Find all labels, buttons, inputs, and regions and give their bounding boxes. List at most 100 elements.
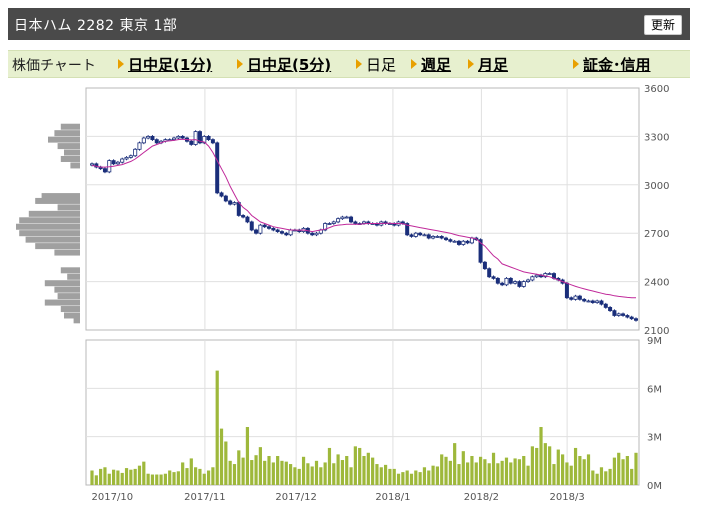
- volume-bar: [224, 441, 228, 485]
- candle-body: [353, 221, 358, 224]
- candle-body: [102, 168, 107, 173]
- volume-bar: [90, 470, 94, 485]
- volume-bar: [185, 468, 189, 485]
- candle-body: [547, 273, 552, 275]
- volume-bar: [586, 454, 591, 485]
- volume-bar: [129, 469, 133, 485]
- candle-body: [133, 148, 138, 157]
- candle-body: [634, 318, 639, 321]
- candle-body: [534, 274, 539, 278]
- candle-body: [526, 279, 531, 282]
- volume-bar: [487, 463, 491, 485]
- candle-body: [599, 300, 604, 305]
- candle-body: [590, 300, 595, 303]
- candle-body: [90, 163, 95, 166]
- candle-body: [262, 224, 267, 228]
- price-tick-label: 2400: [644, 278, 669, 289]
- volume-bar: [142, 461, 146, 485]
- volume-profile-bar: [54, 249, 80, 256]
- candle-body: [223, 195, 228, 202]
- volume-bar: [219, 428, 224, 485]
- candle-body: [595, 300, 600, 303]
- volume-bar: [202, 473, 206, 485]
- volume-bar: [414, 470, 418, 485]
- candle-body: [469, 237, 474, 244]
- volume-bar: [323, 462, 327, 485]
- volume-bar: [181, 462, 185, 485]
- volume-bar: [103, 467, 107, 485]
- date-tick-label: 2017/12: [275, 492, 317, 503]
- candle-body: [215, 142, 220, 194]
- volume-bar: [457, 464, 461, 485]
- candle-body: [582, 298, 587, 302]
- volume-bar: [137, 465, 142, 485]
- candle-body: [150, 135, 155, 141]
- volume-bar: [422, 467, 427, 485]
- volume-bar: [474, 462, 478, 485]
- volume-bar: [401, 472, 405, 485]
- volume-bar: [448, 460, 452, 485]
- volume-profile-bar: [54, 130, 80, 137]
- volume-bar: [578, 456, 582, 485]
- volume-bar: [250, 460, 254, 485]
- volume-bar: [625, 456, 629, 485]
- candle-body: [111, 160, 116, 165]
- volume-bar: [552, 464, 556, 485]
- candle-body: [141, 137, 146, 144]
- volume-profile-bar: [60, 306, 80, 313]
- volume-bar: [332, 463, 336, 485]
- price-tick-label: 2700: [644, 229, 669, 240]
- candle-body: [487, 268, 492, 278]
- volume-bar: [388, 468, 392, 485]
- candle-body: [569, 297, 574, 300]
- volume-tick-label: 3M: [647, 433, 662, 444]
- volume-profile-bar: [28, 210, 80, 217]
- volume-profile-bar: [25, 236, 81, 243]
- candle-body: [310, 232, 315, 236]
- volume-bar: [630, 468, 634, 485]
- price-axis-labels: 360033003000270024002100: [644, 84, 669, 337]
- candle-body: [517, 281, 522, 287]
- price-tick-label: 3000: [644, 181, 669, 192]
- volume-bar: [392, 468, 396, 485]
- volume-bar: [517, 459, 522, 485]
- candle-body: [448, 239, 453, 242]
- volume-bar: [258, 447, 262, 485]
- volume-bar: [509, 462, 513, 485]
- volume-profile-bar: [48, 136, 80, 143]
- volume-bar: [530, 446, 534, 485]
- volume-bar: [375, 464, 379, 485]
- date-tick-label: 2018/3: [550, 492, 585, 503]
- volume-bar: [565, 462, 569, 485]
- price-tick-label: 3600: [644, 84, 669, 95]
- candle-body: [513, 281, 518, 284]
- volume-bar: [621, 459, 625, 485]
- volume-bar: [228, 460, 232, 485]
- volume-bar: [358, 447, 362, 485]
- candle-body: [288, 229, 293, 236]
- candle-body: [284, 232, 289, 236]
- volume-bar: [582, 459, 586, 485]
- stock-chart: 360033003000270024002100 9M6M3M0M 2017/1…: [16, 84, 669, 503]
- candle-body: [629, 316, 634, 320]
- volume-bar: [120, 472, 124, 485]
- volume-bar: [491, 452, 496, 485]
- volume-profile-bar: [64, 149, 80, 156]
- volume-bar: [617, 452, 621, 485]
- volume-bar: [478, 456, 483, 485]
- volume-bar: [198, 468, 202, 485]
- volume-bar: [280, 460, 284, 485]
- volume-bar: [409, 473, 414, 485]
- candle-body: [128, 155, 133, 158]
- volume-bar: [383, 464, 388, 485]
- volume-bar: [634, 452, 638, 485]
- candle-body: [267, 226, 272, 229]
- volume-bar: [159, 474, 163, 485]
- volume-bar: [362, 456, 366, 485]
- volume-bar: [591, 470, 595, 485]
- candle-body: [616, 313, 621, 316]
- volume-bar: [301, 456, 306, 485]
- volume-bar: [206, 470, 211, 485]
- volume-bar: [133, 468, 137, 485]
- candle-body: [586, 300, 591, 303]
